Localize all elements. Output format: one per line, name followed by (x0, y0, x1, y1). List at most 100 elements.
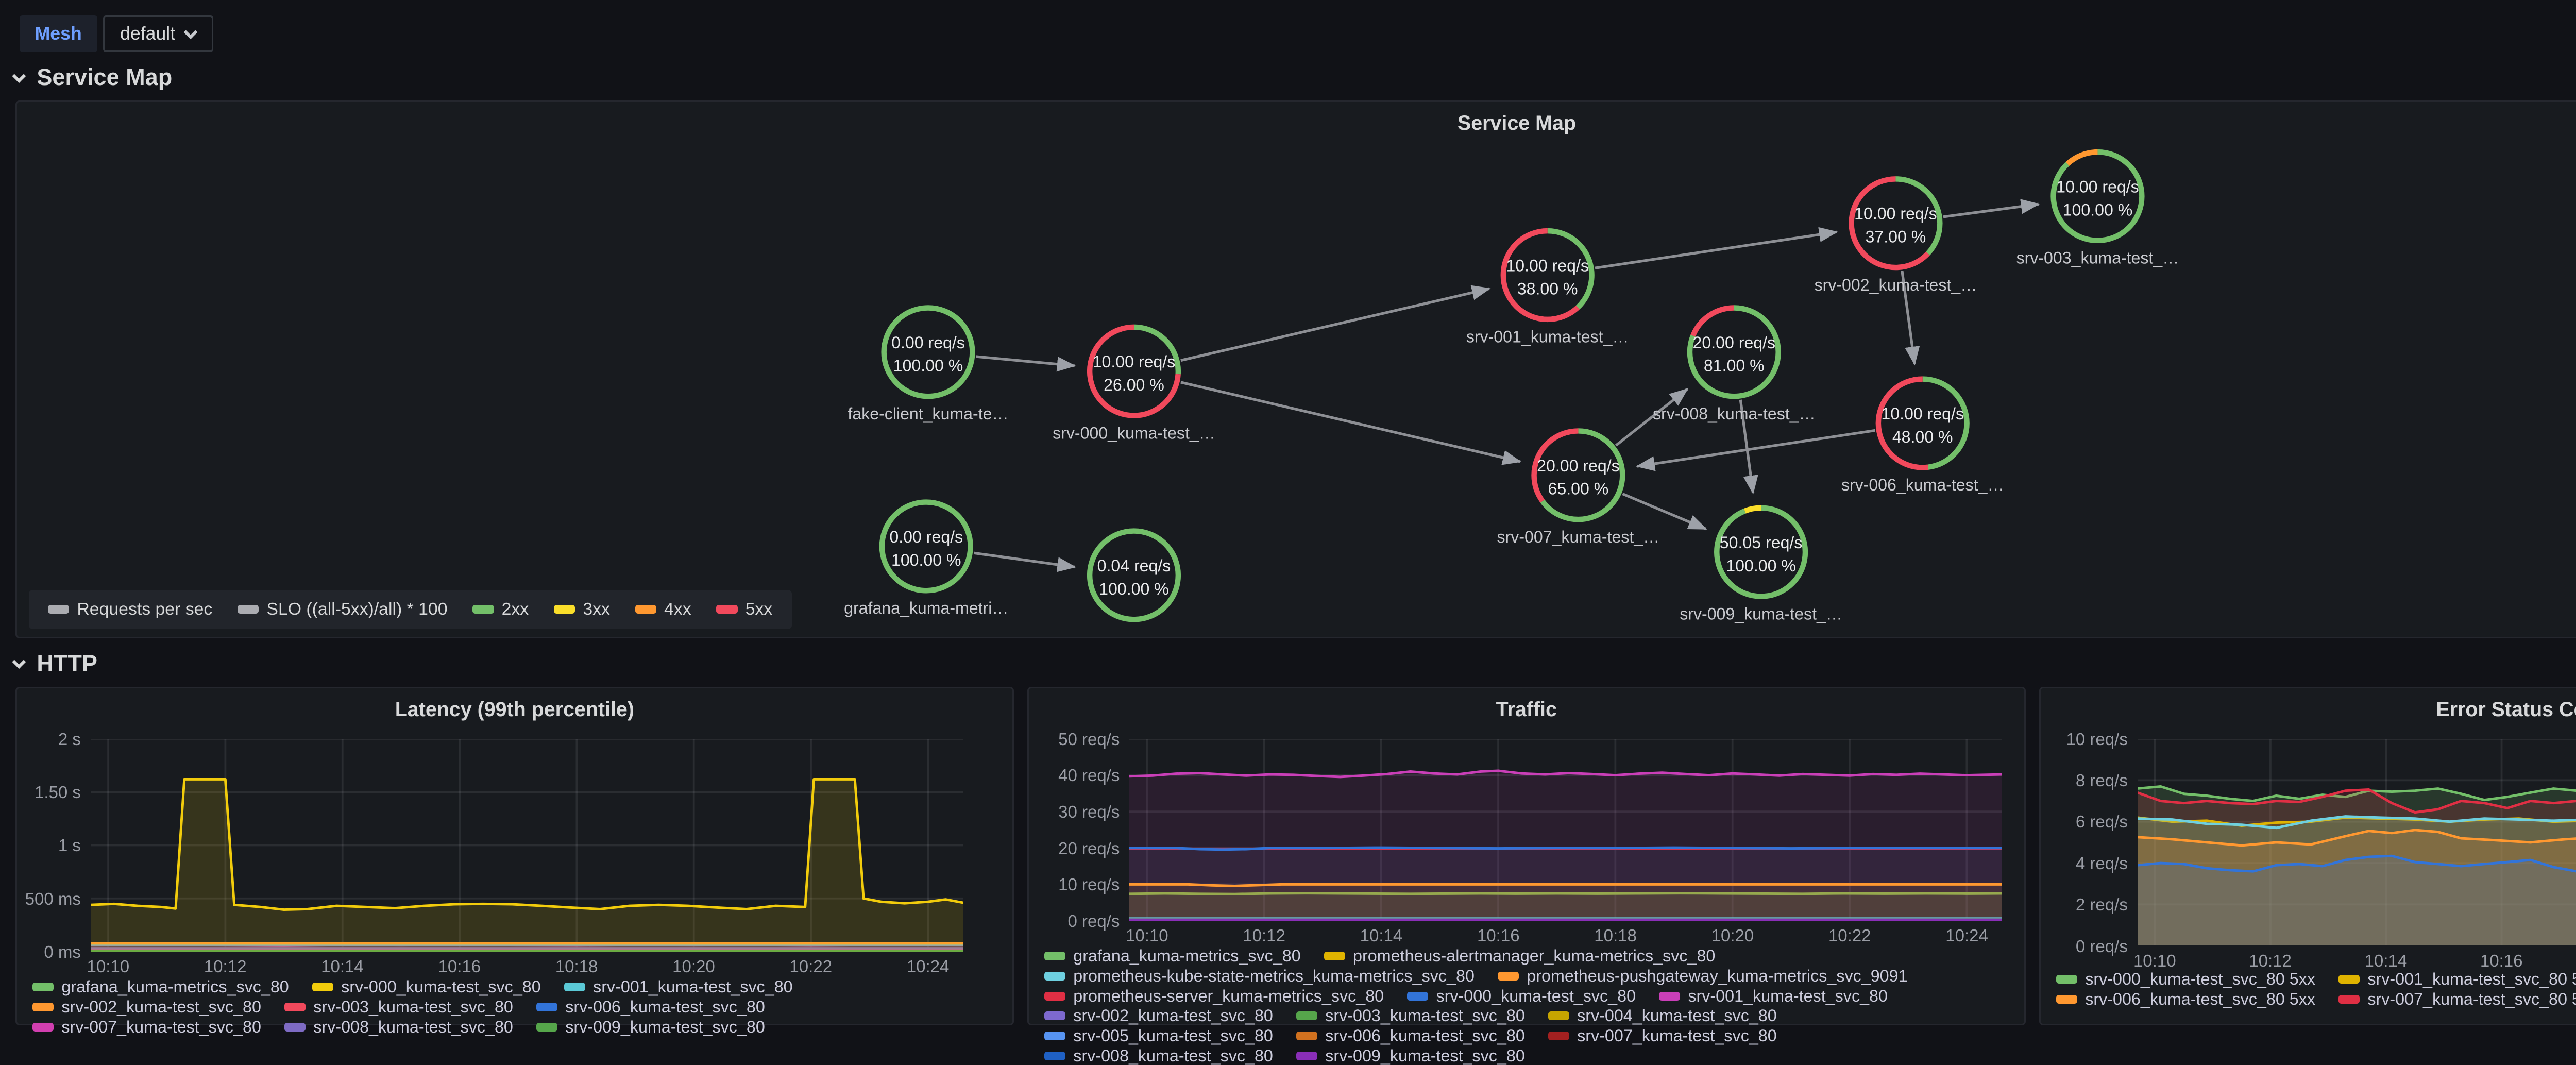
legend-swatch (1407, 992, 1428, 1001)
legend-swatch (284, 1003, 306, 1011)
legend-swatch (1324, 952, 1345, 960)
legend-item[interactable]: prometheus-kube-state-metrics_kuma-metri… (1044, 968, 1475, 985)
x-axis-tick: 10:24 (889, 957, 967, 977)
legend-item[interactable]: grafana_kuma-metrics_svc_80 (1044, 948, 1301, 965)
x-axis-tick: 10:20 (1694, 926, 1771, 946)
legend-item[interactable]: srv-000_kuma-test_svc_80 (1407, 988, 1636, 1005)
legend-item[interactable]: srv-006_kuma-test_svc_80 (536, 999, 765, 1016)
legend-swatch (32, 983, 54, 991)
service-map-edge (1595, 232, 1837, 268)
svg-text:10.00 req/s: 10.00 req/s (1854, 205, 1937, 223)
svg-text:.: . (1132, 628, 1137, 637)
panel-title[interactable]: Traffic (1029, 688, 2024, 721)
legend-swatch (238, 605, 259, 614)
service-map-edge (1181, 289, 1489, 360)
legend-item[interactable]: srv-006_kuma-test_svc_80 (1296, 1027, 1525, 1044)
legend-item[interactable]: prometheus-pushgateway_kuma-metrics_svc_… (1498, 968, 1908, 985)
legend-item[interactable]: srv-007_kuma-test_svc_80 5xx (2338, 991, 2576, 1008)
y-axis-tick: 1 s (17, 836, 81, 856)
legend-item[interactable]: srv-002_kuma-test_svc_80 (1044, 1007, 1273, 1024)
latency-plot-area[interactable] (91, 739, 963, 952)
x-axis-tick: 10:14 (2347, 952, 2425, 971)
legend-item[interactable]: srv-007_kuma-test_svc_80 (1548, 1027, 1777, 1044)
legend-item[interactable]: srv-001_kuma-test_svc_80 (1659, 988, 1888, 1005)
service-map-panel: Service Map 0.00 req/s100.00 %fake-clien… (15, 100, 2576, 638)
legend-item[interactable]: srv-003_kuma-test_svc_80 (1296, 1007, 1525, 1024)
legend-item[interactable]: srv-001_kuma-test_svc_80 5xx (2338, 971, 2576, 988)
latency-legend: grafana_kuma-metrics_svc_80 srv-000_kuma-… (32, 978, 1005, 1035)
svg-text:10.00 req/s: 10.00 req/s (2056, 178, 2139, 196)
series-grafana_kuma-metrics_svc_80 (1129, 893, 2002, 894)
svg-text:srv-000_kuma-test_…: srv-000_kuma-test_… (1053, 424, 1215, 443)
legend-item[interactable]: srv-005_kuma-test_svc_80 (1044, 1027, 1273, 1044)
legend-item[interactable]: prometheus-server_kuma-metrics_svc_80 (1044, 988, 1384, 1005)
svg-text:50.05 req/s: 50.05 req/s (1720, 533, 1803, 552)
legend-item[interactable]: 3xx (554, 599, 610, 619)
legend-item[interactable]: srv-009_kuma-test_svc_80 (536, 1019, 765, 1036)
legend-item[interactable]: 2xx (472, 599, 529, 619)
legend-item[interactable]: srv-006_kuma-test_svc_80 5xx (2056, 991, 2315, 1008)
row-header-http[interactable]: HTTP (15, 650, 97, 677)
y-axis-tick: 30 req/s (1029, 803, 1120, 822)
y-axis-tick: 4 req/s (2041, 854, 2128, 874)
svg-text:37.00 %: 37.00 % (1866, 228, 1926, 246)
panel-title[interactable]: Latency (99th percentile) (17, 688, 1012, 721)
legend-item[interactable]: srv-007_kuma-test_svc_80 (32, 1019, 261, 1036)
traffic-plot-area[interactable] (1129, 739, 2002, 921)
svg-text:0.00 req/s: 0.00 req/s (889, 528, 963, 546)
svg-text:srv-007_kuma-test_…: srv-007_kuma-test_… (1497, 528, 1660, 546)
svg-text:10.00 req/s: 10.00 req/s (1093, 352, 1176, 371)
legend-item[interactable]: srv-001_kuma-test_svc_80 (564, 978, 793, 995)
x-axis-tick: 10:20 (655, 957, 732, 977)
mesh-variable-dropdown[interactable]: default (103, 15, 213, 52)
x-axis-tick: 10:18 (1577, 926, 1654, 946)
y-axis-tick: 2 req/s (2041, 895, 2128, 915)
svg-text:srv-006_kuma-test_…: srv-006_kuma-test_… (1841, 476, 2004, 494)
service-map-graph[interactable]: 0.00 req/s 100.00 % fake-client_kuma-te… 10… (17, 102, 2576, 637)
legend-item[interactable]: 4xx (635, 599, 691, 619)
legend-item[interactable]: srv-008_kuma-test_svc_80 (284, 1019, 513, 1036)
dashboard-variables: Mesh default (20, 15, 214, 52)
service-map-edge (1943, 204, 2039, 217)
legend-swatch (32, 1023, 54, 1032)
legend-item[interactable]: srv-008_kuma-test_svc_80 (1044, 1047, 1273, 1064)
legend-item[interactable]: srv-003_kuma-test_svc_80 (284, 999, 513, 1016)
legend-item[interactable]: srv-004_kuma-test_svc_80 (1548, 1007, 1777, 1024)
svg-text:100.00 %: 100.00 % (1099, 580, 1169, 598)
x-axis-tick: 10:14 (303, 957, 381, 977)
legend-swatch (536, 1003, 557, 1011)
legend-item[interactable]: 5xx (716, 599, 772, 619)
legend-swatch (536, 1023, 557, 1032)
legend-item[interactable]: SLO ((all-5xx)/all) * 100 (238, 599, 447, 619)
row-header-service-map[interactable]: Service Map (15, 64, 172, 91)
legend-item[interactable]: grafana_kuma-metrics_svc_80 (32, 978, 289, 995)
legend-item[interactable]: srv-002_kuma-test_svc_80 (32, 999, 261, 1016)
legend-item[interactable]: prometheus-alertmanager_kuma-metrics_svc… (1324, 948, 1716, 965)
errors-plot-area[interactable] (2138, 739, 2576, 946)
legend-item[interactable]: srv-000_kuma-test_svc_80 (312, 978, 541, 995)
latency-panel: Latency (99th percentile) grafana_kuma-m… (15, 687, 1014, 1025)
legend-swatch (312, 983, 333, 991)
legend-item[interactable]: srv-009_kuma-test_svc_80 (1296, 1047, 1525, 1064)
y-axis-tick: 1.50 s (17, 783, 81, 803)
x-axis-tick: 10:12 (1226, 926, 1303, 946)
svg-text:10.00 req/s: 10.00 req/s (1881, 404, 1964, 423)
y-axis-tick: 10 req/s (2041, 730, 2128, 750)
svg-text:srv-001_kuma-test_…: srv-001_kuma-test_… (1466, 328, 1629, 346)
x-axis-tick: 10:10 (70, 957, 147, 977)
legend-swatch (1659, 992, 1680, 1001)
svg-text:100.00 %: 100.00 % (2063, 201, 2133, 219)
panel-title[interactable]: Error Status Codes (2041, 688, 2576, 721)
svg-text:srv-009_kuma-test_…: srv-009_kuma-test_… (1680, 605, 1842, 623)
svg-text:fake-client_kuma-te…: fake-client_kuma-te… (848, 404, 1008, 423)
traffic-panel: Traffic grafana_kuma-metrics_svc_80prome… (1027, 687, 2026, 1025)
svg-text:65.00 %: 65.00 % (1548, 480, 1609, 498)
legend-swatch (1044, 1052, 1065, 1060)
x-axis-tick: 10:10 (2116, 952, 2193, 971)
legend-swatch (554, 605, 575, 614)
legend-item[interactable]: Requests per sec (48, 599, 212, 619)
legend-swatch (1044, 952, 1065, 960)
legend-item[interactable]: srv-000_kuma-test_svc_80 5xx (2056, 971, 2315, 988)
row-title: HTTP (37, 650, 97, 677)
svg-text:grafana_kuma-metri…: grafana_kuma-metri… (844, 599, 1008, 617)
